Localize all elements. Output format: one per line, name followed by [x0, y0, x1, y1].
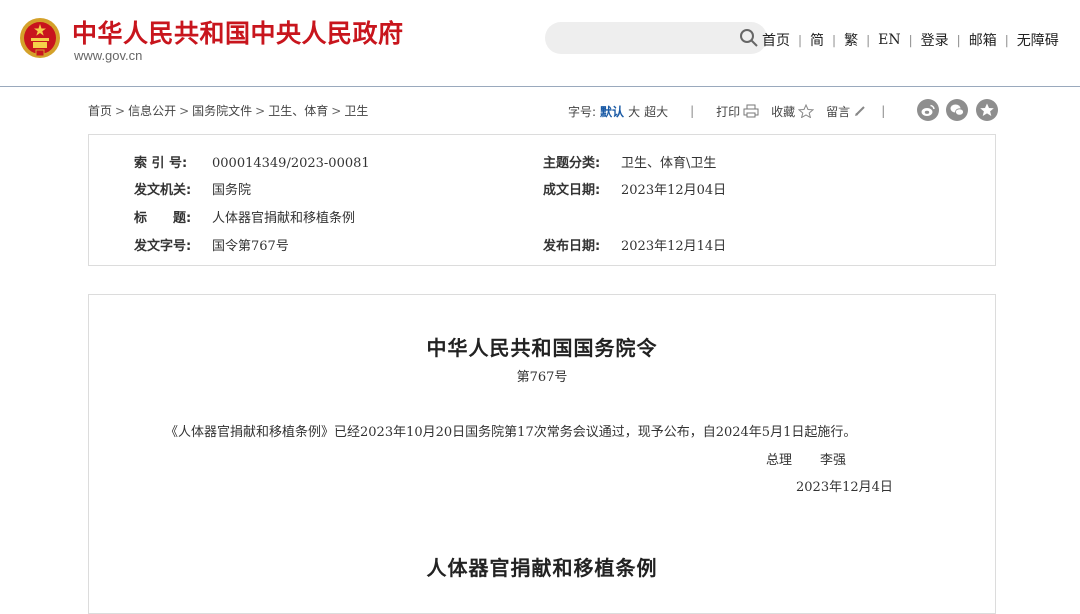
print-label: 打印 [716, 104, 741, 119]
document-title: 中华人民共和国国务院令 [426, 336, 658, 360]
info-published-row: 发布日期: 2023年12月14日 [543, 235, 726, 254]
print-icon [743, 104, 759, 118]
breadcrumb-info[interactable]: 信息公开 [128, 104, 176, 118]
breadcrumb-arrow: > [331, 104, 342, 118]
font-size-large[interactable]: 大 [628, 103, 640, 120]
nav-login[interactable]: 登录 [915, 30, 955, 50]
breadcrumb-arrow: > [255, 104, 266, 118]
breadcrumb-home[interactable]: 首页 [88, 104, 112, 118]
tools-separator: | [690, 104, 695, 118]
nav-separator: | [1004, 33, 1009, 47]
wechat-share-button[interactable] [946, 99, 968, 121]
document-paragraph: 《人体器官捐献和移植条例》已经2023年10月20日国务院第17次常务会议通过，… [165, 425, 857, 440]
font-size-default[interactable]: 默认 [600, 103, 624, 120]
document-subtitle: 人体器官捐献和移植条例 [426, 556, 658, 580]
breadcrumb-health-sports[interactable]: 卫生、体育 [268, 104, 328, 118]
national-emblem-icon[interactable] [18, 16, 62, 62]
site-title[interactable]: 中华人民共和国中央人民政府 [72, 14, 404, 50]
nav-mail[interactable]: 邮箱 [963, 30, 1003, 50]
nav-accessibility[interactable]: 无障碍 [1011, 30, 1065, 50]
info-written-row: 成文日期: 2023年12月04日 [543, 179, 726, 198]
site-header: 中华人民共和国中央人民政府 www.gov.cn 首页 | 简 | 繁 | EN | 登… [0, 0, 1080, 87]
info-topic-value: 卫生、体育\卫生 [621, 156, 717, 171]
info-index-label: 索 引 号: [134, 156, 188, 171]
breadcrumb: 首页 > 信息公开 > 国务院文件 > 卫生、体育 > 卫生 [88, 102, 368, 119]
pencil-icon [855, 106, 865, 116]
breadcrumb-state-council-docs[interactable]: 国务院文件 [192, 104, 252, 118]
nav-separator: | [798, 33, 803, 47]
favorite-label: 收藏 [771, 104, 796, 119]
info-topic-row: 主题分类: 卫生、体育\卫生 [543, 152, 716, 171]
breadcrumb-arrow: > [179, 104, 190, 118]
favorite-share-button[interactable] [976, 99, 998, 121]
nav-separator: | [956, 33, 961, 47]
comment-button[interactable]: 留言 [826, 103, 867, 120]
favorite-button[interactable]: 收藏 [771, 103, 815, 120]
breadcrumb-arrow: > [115, 104, 126, 118]
breadcrumb-health[interactable]: 卫生 [344, 104, 368, 118]
info-index-value: 000014349/2023-00081 [212, 156, 370, 171]
info-docno-value: 国令第767号 [212, 239, 289, 254]
tools-separator: | [881, 104, 886, 118]
document-signature: 总理 李强 [766, 449, 846, 468]
star-icon [980, 103, 994, 116]
weibo-share-button[interactable] [917, 99, 939, 121]
info-issuer-label: 发文机关: [134, 183, 192, 198]
nav-separator: | [866, 33, 871, 47]
nav-separator: | [908, 33, 913, 47]
search-input[interactable] [545, 22, 767, 54]
font-size-label: 字号: [568, 104, 597, 119]
comment-label: 留言 [826, 104, 851, 119]
info-issuer-row: 发文机关: 国务院 [134, 179, 251, 198]
signer-role: 总理 [766, 453, 793, 468]
page-tools: 字号: 默认 大 超大 | 打印 收藏 留言 | [568, 102, 885, 120]
nav-home[interactable]: 首页 [756, 30, 796, 50]
info-published-label: 发布日期: [543, 239, 601, 254]
nav-simplified[interactable]: 简 [804, 30, 830, 50]
nav-separator: | [832, 33, 837, 47]
info-issuer-value: 国务院 [212, 183, 252, 198]
print-button[interactable]: 打印 [716, 103, 759, 120]
top-nav: 首页 | 简 | 繁 | EN | 登录 | 邮箱 | 无障碍 [756, 30, 1065, 50]
star-outline-icon [798, 104, 815, 118]
info-title-value: 人体器官捐献和移植条例 [212, 211, 356, 226]
site-domain: www.gov.cn [74, 48, 143, 63]
info-title-label: 标 题: [134, 211, 192, 226]
font-size-xlarge[interactable]: 超大 [644, 103, 668, 120]
info-published-value: 2023年12月14日 [621, 239, 727, 254]
weibo-icon [921, 104, 935, 116]
info-docno-row: 发文字号: 国令第767号 [134, 235, 289, 254]
nav-traditional[interactable]: 繁 [838, 30, 864, 50]
info-title-row: 标 题: 人体器官捐献和移植条例 [134, 207, 355, 226]
document-date: 2023年12月4日 [796, 480, 893, 495]
info-index-row: 索 引 号: 000014349/2023-00081 [134, 152, 370, 171]
nav-english[interactable]: EN [872, 32, 906, 48]
info-docno-label: 发文字号: [134, 239, 192, 254]
wechat-icon [950, 104, 964, 116]
signer-name: 李强 [820, 453, 847, 468]
info-written-value: 2023年12月04日 [621, 183, 727, 198]
document-number: 第767号 [516, 370, 568, 385]
info-written-label: 成文日期: [543, 183, 601, 198]
info-topic-label: 主题分类: [543, 156, 601, 171]
